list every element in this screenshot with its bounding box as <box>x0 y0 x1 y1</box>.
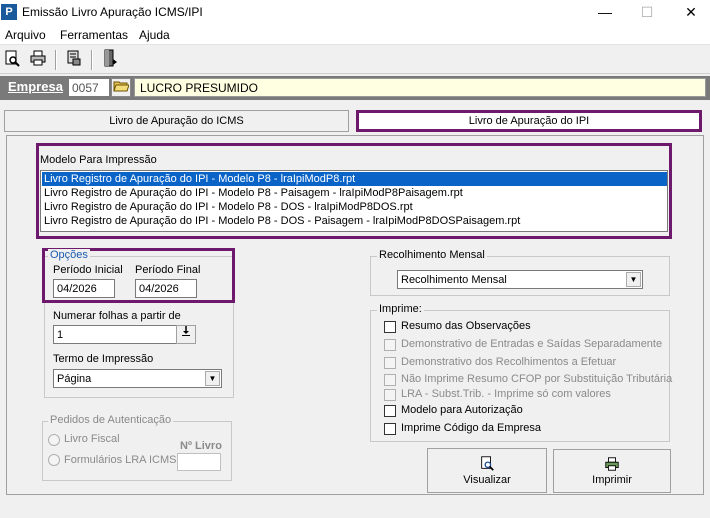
checkbox-imprime-codigo[interactable] <box>384 423 396 435</box>
demonstrativo-entradas-label: Demonstrativo de Entradas e Saídas Separ… <box>401 338 663 350</box>
toolbar <box>0 46 710 74</box>
minimize-button[interactable]: — <box>590 3 620 21</box>
empresa-bar: Empresa 0057 LUCRO PRESUMIDO <box>0 76 710 100</box>
radio-formularios[interactable] <box>48 454 60 466</box>
formularios-label: Formulários LRA ICMS <box>64 454 177 466</box>
checkbox-demonstrativo-entradas[interactable] <box>384 339 396 351</box>
recolhimento-select[interactable]: Recolhimento Mensal ▼ <box>397 270 643 289</box>
termo-value: Página <box>57 373 92 385</box>
list-item[interactable]: Livro Registro de Apuração do IPI - Mode… <box>42 214 667 228</box>
recolhimento-value: Recolhimento Mensal <box>401 274 507 286</box>
menu-bar: Arquivo Ferramentas Ajuda <box>0 25 710 45</box>
toolbar-separator <box>91 50 93 70</box>
menu-ferramentas[interactable]: Ferramentas <box>60 28 128 42</box>
menu-ajuda[interactable]: Ajuda <box>139 28 170 42</box>
empresa-code-field[interactable]: 0057 <box>68 78 110 97</box>
numerar-label: Numerar folhas a partir de <box>53 310 181 322</box>
print-preview-icon[interactable] <box>1 49 23 71</box>
numerar-value: 1 <box>57 329 64 341</box>
maximize-button[interactable]: ☐ <box>632 3 662 21</box>
imprimir-label: Imprimir <box>592 474 632 486</box>
list-item[interactable]: Livro Registro de Apuração do IPI - Mode… <box>42 172 667 186</box>
print-preview-icon <box>428 455 546 474</box>
tab-livro-ipi[interactable]: Livro de Apuração do IPI <box>356 110 702 132</box>
exit-door-icon[interactable] <box>99 49 121 71</box>
checkbox-modelo-autorizacao[interactable] <box>384 405 396 417</box>
periodo-inicial-label: Período Inicial <box>53 264 123 276</box>
pedidos-legend: Pedidos de Autenticação <box>48 414 174 426</box>
checkbox-resumo-observacoes[interactable] <box>384 321 396 333</box>
livro-fiscal-label: Livro Fiscal <box>64 433 120 445</box>
modelo-autorizacao-label: Modelo para Autorização <box>401 404 523 416</box>
imprime-codigo-label: Imprime Código da Empresa <box>401 422 542 434</box>
chevron-down-icon: ▼ <box>626 272 641 287</box>
resumo-observacoes-label: Resumo das Observações <box>401 320 531 332</box>
lra-subst-label: LRA - Subst.Trib. - Imprime só com valor… <box>401 388 611 400</box>
imprimir-button[interactable]: Imprimir <box>553 449 671 493</box>
visualizar-label: Visualizar <box>463 474 511 486</box>
termo-select[interactable]: Página ▼ <box>53 369 222 388</box>
radio-livro-fiscal[interactable] <box>48 434 60 446</box>
checkbox-demonstrativo-recolhimentos[interactable] <box>384 357 396 369</box>
imprime-legend: Imprime: <box>377 303 424 315</box>
tab-livro-icms[interactable]: Livro de Apuração do ICMS <box>4 110 349 132</box>
close-button[interactable]: ✕ <box>676 3 706 21</box>
empresa-label: Empresa <box>8 79 63 94</box>
printer-icon <box>554 456 670 475</box>
opcoes-legend: Opções <box>48 249 90 261</box>
numerar-stepper-icon[interactable] <box>176 325 196 344</box>
printer-icon[interactable] <box>27 49 49 71</box>
app-logo-icon: P <box>1 4 17 20</box>
periodo-inicial-input[interactable]: 04/2026 <box>53 279 115 298</box>
title-bar: P Emissão Livro Apuração ICMS/IPI — ☐ ✕ <box>0 0 710 25</box>
n-livro-label: Nº Livro <box>180 440 222 452</box>
menu-arquivo[interactable]: Arquivo <box>5 28 46 42</box>
window-title: Emissão Livro Apuração ICMS/IPI <box>22 5 203 19</box>
chevron-down-icon: ▼ <box>205 371 220 386</box>
periodo-final-input[interactable]: 04/2026 <box>135 279 197 298</box>
toolbar-separator <box>55 50 57 70</box>
empresa-name-field: LUCRO PRESUMIDO <box>134 78 706 97</box>
folder-open-icon[interactable] <box>111 78 131 97</box>
demonstrativo-recolhimentos-label: Demonstrativo dos Recolhimentos a Efetua… <box>401 356 617 368</box>
checkbox-lra-subst[interactable] <box>384 389 396 401</box>
modelo-label: Modelo Para Impressão <box>40 154 157 166</box>
checkbox-nao-imprime-cfop[interactable] <box>384 374 396 386</box>
n-livro-input[interactable] <box>177 453 221 471</box>
periodo-final-label: Período Final <box>135 264 201 276</box>
recolhimento-legend: Recolhimento Mensal <box>377 249 487 261</box>
list-item[interactable]: Livro Registro de Apuração do IPI - Mode… <box>42 200 667 214</box>
visualizar-button[interactable]: Visualizar <box>427 448 547 493</box>
form-icon[interactable] <box>63 49 85 71</box>
numerar-field[interactable]: 1 <box>53 325 196 344</box>
modelo-listbox[interactable]: Livro Registro de Apuração do IPI - Mode… <box>40 170 668 232</box>
nao-imprime-cfop-label: Não Imprime Resumo CFOP por Substituição… <box>401 373 673 385</box>
list-item[interactable]: Livro Registro de Apuração do IPI - Mode… <box>42 186 667 200</box>
termo-label: Termo de Impressão <box>53 353 154 365</box>
